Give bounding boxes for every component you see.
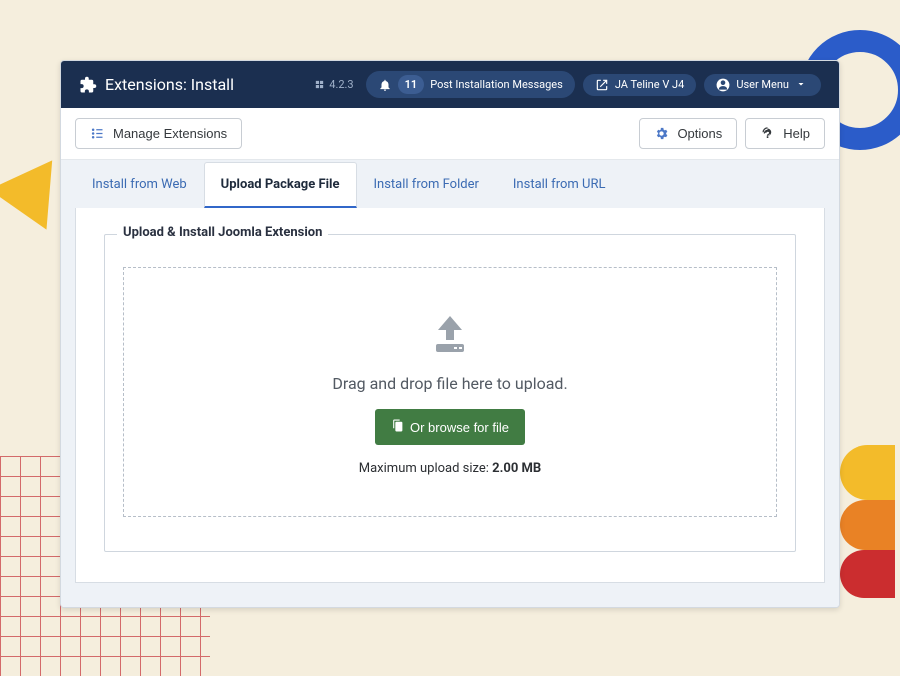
help-label: Help: [783, 126, 810, 141]
browse-label: Or browse for file: [410, 420, 509, 435]
site-link-button[interactable]: JA Teline V J4: [583, 74, 696, 96]
options-button[interactable]: Options: [639, 118, 737, 149]
max-upload-prefix: Maximum upload size:: [359, 461, 492, 476]
drop-instruction: Drag and drop file here to upload.: [332, 374, 567, 393]
puzzle-icon: [79, 76, 97, 94]
question-icon: ?: [760, 126, 775, 141]
tab-install-from-url[interactable]: Install from URL: [496, 162, 623, 208]
dropzone[interactable]: Drag and drop file here to upload. Or br…: [123, 267, 777, 517]
install-tabs: Install from Web Upload Package File Ins…: [75, 160, 825, 208]
post-install-label: Post Installation Messages: [430, 78, 563, 91]
bell-icon: [378, 78, 392, 92]
joomla-icon: [314, 79, 325, 90]
site-name-label: JA Teline V J4: [615, 78, 684, 91]
external-link-icon: [595, 78, 609, 92]
post-install-messages-button[interactable]: 11 Post Installation Messages: [366, 71, 575, 98]
browse-file-button[interactable]: Or browse for file: [375, 409, 525, 445]
decoration-semi-red: [840, 550, 895, 598]
manage-extensions-label: Manage Extensions: [113, 126, 227, 141]
tab-upload-package-file[interactable]: Upload Package File: [204, 162, 357, 208]
page-title: Extensions: Install: [105, 75, 234, 94]
version-number: 4.2.3: [329, 78, 353, 91]
decoration-semi-yellow: [840, 445, 895, 500]
list-icon: [90, 126, 105, 141]
titlebar: Extensions: Install 4.2.3 11 Post Instal…: [61, 61, 839, 108]
chevron-down-icon: [795, 78, 809, 92]
admin-window: Extensions: Install 4.2.3 11 Post Instal…: [60, 60, 840, 608]
decoration-semi-orange: [840, 500, 895, 550]
options-label: Options: [677, 126, 722, 141]
help-button[interactable]: ? Help: [745, 118, 825, 149]
upload-icon: [426, 314, 474, 358]
version-label: 4.2.3: [314, 78, 353, 91]
user-menu-label: User Menu: [736, 78, 789, 91]
manage-extensions-button[interactable]: Manage Extensions: [75, 118, 242, 149]
content-body: Install from Web Upload Package File Ins…: [61, 160, 839, 607]
tab-install-from-web[interactable]: Install from Web: [75, 162, 204, 208]
tab-content: Upload & Install Joomla Extension Drag a…: [75, 208, 825, 583]
user-menu-button[interactable]: User Menu: [704, 74, 821, 96]
notification-count: 11: [398, 75, 425, 94]
max-upload-text: Maximum upload size: 2.00 MB: [359, 461, 541, 476]
max-upload-size: 2.00 MB: [492, 461, 541, 476]
user-icon: [716, 78, 730, 92]
svg-text:?: ?: [765, 129, 772, 141]
fieldset-legend: Upload & Install Joomla Extension: [117, 225, 328, 240]
upload-fieldset: Upload & Install Joomla Extension Drag a…: [104, 234, 796, 552]
tab-install-from-folder[interactable]: Install from Folder: [357, 162, 496, 208]
gear-icon: [654, 126, 669, 141]
copy-icon: [391, 419, 404, 435]
toolbar: Manage Extensions Options ? Help: [61, 108, 839, 160]
